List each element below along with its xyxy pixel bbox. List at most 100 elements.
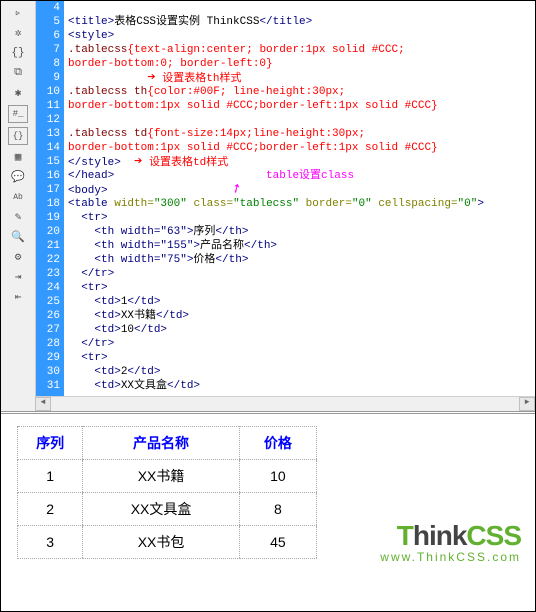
tool-collapse-icon[interactable]: ⇥ xyxy=(10,269,26,285)
tag: </th> xyxy=(215,226,248,238)
tool-chart-icon[interactable]: ▦ xyxy=(10,149,26,165)
cell: 2 xyxy=(18,493,83,526)
horizontal-scrollbar[interactable]: ◄ ► xyxy=(35,396,535,411)
line-number: 11 xyxy=(36,99,60,113)
tag: <body> xyxy=(68,185,108,197)
tag: </tr> xyxy=(68,268,114,280)
scroll-right-icon[interactable]: ► xyxy=(519,397,535,411)
table-row: 2 XX文具盒 8 xyxy=(18,493,317,526)
logo-url: www.ThinkCSS.com xyxy=(380,550,521,564)
tag: </style> xyxy=(68,157,121,169)
tool-braces-icon[interactable]: {} xyxy=(8,127,28,145)
line-number: 15 xyxy=(36,155,60,169)
text: 价格 xyxy=(193,254,215,266)
tool-brush-icon[interactable]: ✎ xyxy=(10,209,26,225)
tool-comment-icon[interactable]: 💬 xyxy=(10,169,26,185)
tag: <tr> xyxy=(68,352,108,364)
css-selector: .tablecss td xyxy=(68,128,147,140)
css-body: {text-align:center; border:1px solid #CC… xyxy=(127,44,404,56)
text: 产品名称 xyxy=(200,240,244,252)
tool-snowflake-icon[interactable]: ✲ xyxy=(10,25,26,41)
line-number: 5 xyxy=(36,15,60,29)
tag: </td> xyxy=(156,310,189,322)
line-number: 29 xyxy=(36,351,60,365)
line-number: 9 xyxy=(36,71,60,85)
text: 表格CSS设置实例 ThinkCSS xyxy=(114,16,259,28)
tool-asterisk-icon[interactable]: ✱ xyxy=(10,85,26,101)
css-body: {font-size:14px;line-height:30px; xyxy=(147,128,365,140)
tag: > xyxy=(477,198,484,210)
tag: <th width="155"> xyxy=(68,240,200,252)
line-number: 6 xyxy=(36,29,60,43)
str: "0" xyxy=(352,198,372,210)
tool-tree-icon[interactable]: ⧉ xyxy=(10,65,26,81)
tag: <th width="75"> xyxy=(68,254,193,266)
line-number: 23 xyxy=(36,267,60,281)
text: XX书籍 xyxy=(121,310,156,322)
tool-hash-icon[interactable]: #_ xyxy=(8,105,28,123)
tool-gear-icon[interactable]: ⚙ xyxy=(10,249,26,265)
tag: </tr> xyxy=(68,338,114,350)
line-number: 4 xyxy=(36,1,60,15)
tag: <td> xyxy=(68,324,121,336)
line-number: 16 xyxy=(36,169,60,183)
tag: </td> xyxy=(127,296,160,308)
editor-toolbar: ▹ ✲ {} ⧉ ✱ #_ {} ▦ 💬 Ab ✎ 🔍 ⚙ ⇥ ⇤ xyxy=(1,1,36,411)
cell: 10 xyxy=(239,460,316,493)
line-number: 26 xyxy=(36,309,60,323)
str: "300" xyxy=(154,198,187,210)
line-number: 21 xyxy=(36,239,60,253)
cell: XX书籍 xyxy=(83,460,239,493)
line-number: 12 xyxy=(36,113,60,127)
logo-css: CSS xyxy=(466,520,521,551)
css-body: border-bottom:1px solid #CCC;border-left… xyxy=(68,100,438,112)
tag: <table xyxy=(68,198,114,210)
tag: <tr> xyxy=(68,212,108,224)
logo: ThinkCSS www.ThinkCSS.com xyxy=(380,520,521,564)
line-number-gutter: 4567891011121314151617181920212223242526… xyxy=(36,1,64,411)
tool-expand-icon[interactable]: ⇤ xyxy=(10,289,26,305)
tag: <title> xyxy=(68,16,114,28)
attr: cellspacing= xyxy=(372,198,458,210)
tag: </td> xyxy=(127,366,160,378)
tag: </td> xyxy=(134,324,167,336)
preview-table: 序列 产品名称 价格 1 XX书籍 10 2 XX文具盒 8 3 XX书包 45 xyxy=(17,426,317,559)
th-price: 价格 xyxy=(239,427,316,460)
table-row: 3 XX书包 45 xyxy=(18,526,317,559)
tag: </title> xyxy=(259,16,312,28)
table-row: 1 XX书籍 10 xyxy=(18,460,317,493)
text: 10 xyxy=(121,324,134,336)
tag: <tr> xyxy=(68,282,108,294)
tool-search-icon[interactable]: 🔍 xyxy=(10,229,26,245)
logo-t: T xyxy=(397,520,413,551)
code-area[interactable]: <title>表格CSS设置实例 ThinkCSS</title> <style… xyxy=(64,1,535,411)
line-number: 30 xyxy=(36,365,60,379)
tool-ab-icon[interactable]: Ab xyxy=(10,189,26,205)
cell: XX书包 xyxy=(83,526,239,559)
line-number: 25 xyxy=(36,295,60,309)
annotation-text: 设置表格td样式 xyxy=(149,157,228,169)
tag: <td> xyxy=(68,296,121,308)
tool-pointer-icon[interactable]: ▹ xyxy=(10,5,26,21)
line-number: 31 xyxy=(36,379,60,393)
line-number: 7 xyxy=(36,43,60,57)
tag: <td> xyxy=(68,366,121,378)
annotation-text: 设置表格th样式 xyxy=(162,73,241,85)
tag: <style> xyxy=(68,30,114,42)
table-header-row: 序列 产品名称 价格 xyxy=(18,427,317,460)
css-body: border-bottom:1px solid #CCC;border-left… xyxy=(68,142,438,154)
line-number: 22 xyxy=(36,253,60,267)
preview-pane: 序列 产品名称 价格 1 XX书籍 10 2 XX文具盒 8 3 XX书包 45… xyxy=(1,414,535,594)
line-number: 8 xyxy=(36,57,60,71)
text: 序列 xyxy=(193,226,215,238)
arrow-right-icon: ➔ xyxy=(134,155,142,169)
attr: class= xyxy=(187,198,233,210)
line-number: 17 xyxy=(36,183,60,197)
tool-brackets-icon[interactable]: {} xyxy=(10,45,26,61)
logo-hink: hink xyxy=(413,520,467,551)
annotation-text: table设置class xyxy=(266,170,354,182)
line-number: 14 xyxy=(36,141,60,155)
scroll-left-icon[interactable]: ◄ xyxy=(35,397,51,411)
str: "tablecss" xyxy=(233,198,299,210)
tag: <td> xyxy=(68,310,121,322)
